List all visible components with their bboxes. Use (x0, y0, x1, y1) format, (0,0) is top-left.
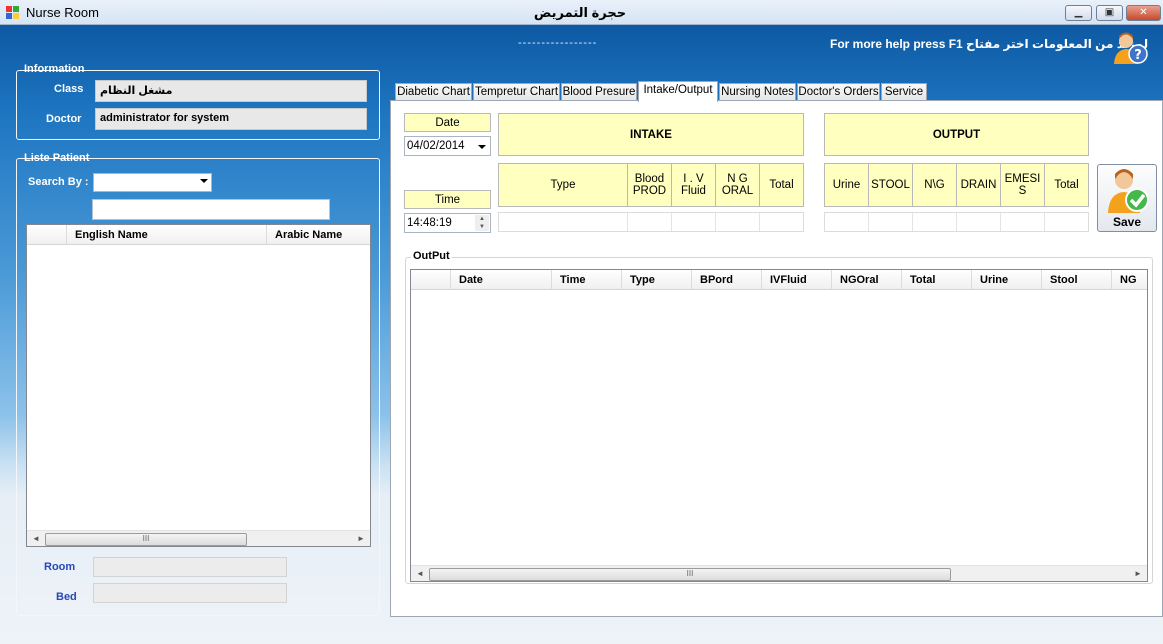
output-grid-hscrollbar[interactable]: ◄ III ► (411, 565, 1147, 581)
close-icon: ✕ (1139, 7, 1148, 18)
time-picker[interactable]: 14:48:19 ▲ ▼ (404, 213, 491, 233)
class-field[interactable]: مشغل النظام (95, 80, 367, 102)
intake-blood-prod-input[interactable] (628, 213, 672, 231)
output-grid-title: OutPut (411, 250, 452, 262)
tab-intake-output[interactable]: Intake/Output (638, 81, 718, 102)
patient-list-hscrollbar[interactable]: ◄ III ► (27, 530, 370, 546)
output-stool-input[interactable] (869, 213, 913, 231)
output-col-urine: Urine (825, 164, 869, 206)
minimize-button[interactable]: ▁ (1065, 5, 1092, 21)
intake-col-blood-prod: Blood PROD (628, 164, 672, 206)
intake-total-input[interactable] (760, 213, 803, 231)
intake-entry-row (498, 212, 804, 232)
doctor-label: Doctor (46, 113, 82, 125)
date-value: 04/02/2014 (407, 140, 465, 152)
intake-col-total: Total (769, 179, 794, 191)
maximize-button[interactable]: ▣ (1096, 5, 1123, 21)
column-header-arabic-name[interactable]: Arabic Name (267, 225, 370, 245)
search-input[interactable] (92, 199, 330, 220)
output-grid[interactable]: Date Time Type BPord IVFluid NGOral Tota… (410, 269, 1148, 582)
output-grid-header: Date Time Type BPord IVFluid NGOral Tota… (411, 270, 1147, 290)
bed-field[interactable] (93, 583, 287, 603)
output-drain-input[interactable] (957, 213, 1001, 231)
chevron-down-icon[interactable] (478, 145, 486, 149)
save-person-check-icon (1108, 169, 1149, 213)
output-col-emesis: EMESI S (1001, 164, 1045, 206)
spin-down-icon[interactable]: ▼ (475, 223, 489, 231)
help-text: For more help press F1 لمزيد من المعلوما… (830, 37, 1149, 51)
save-button[interactable]: Save (1097, 164, 1157, 232)
information-title: Information (24, 63, 85, 75)
intake-title: INTAKE (498, 113, 804, 156)
grid-header-stool[interactable]: Stool (1042, 270, 1112, 290)
room-field[interactable] (93, 557, 287, 577)
output-entry-row (824, 212, 1089, 232)
close-button[interactable]: ✕ (1126, 5, 1161, 21)
scroll-right-icon[interactable]: ► (354, 532, 368, 546)
patient-list[interactable]: English Name Arabic Name ◄ III ► (26, 224, 371, 547)
intake-col-iv-fluid: I . V Fluid (672, 164, 716, 206)
output-emesis-input[interactable] (1001, 213, 1045, 231)
grid-header-time[interactable]: Time (552, 270, 622, 290)
grid-header-ivfluid[interactable]: IVFluid (762, 270, 832, 290)
window-title: Nurse Room (26, 5, 99, 20)
intake-iv-fluid-input[interactable] (672, 213, 716, 231)
window-title-arabic: حجرة التمريض (533, 5, 627, 20)
output-col-ng: N\G (913, 164, 957, 206)
intake-col-ng-oral: N G ORAL (716, 164, 760, 206)
scroll-thumb[interactable]: III (45, 533, 247, 546)
output-col-stool: STOOL (869, 164, 913, 206)
intake-type-input[interactable] (499, 213, 628, 231)
maximize-icon: ▣ (1104, 7, 1115, 18)
output-ng-input[interactable] (913, 213, 957, 231)
intake-ng-oral-input[interactable] (716, 213, 760, 231)
grid-header-urine[interactable]: Urine (972, 270, 1042, 290)
class-label: Class (54, 83, 84, 95)
time-value: 14:48:19 (407, 217, 452, 229)
patient-list-header: English Name Arabic Name (27, 225, 370, 245)
column-header-english-name[interactable]: English Name (67, 225, 267, 245)
column-header-blank[interactable] (27, 225, 67, 245)
date-label: Date (404, 113, 491, 132)
grid-header-blank (411, 270, 451, 290)
svg-text:?: ? (1134, 48, 1142, 63)
save-label: Save (1112, 215, 1142, 229)
output-title: OUTPUT (824, 113, 1089, 156)
output-total-input[interactable] (1045, 213, 1088, 231)
intake-column-headers: Type Blood PROD I . V Fluid N G ORAL Tot… (498, 163, 804, 207)
date-picker[interactable]: 04/02/2014 (404, 136, 491, 156)
grid-header-date[interactable]: Date (451, 270, 552, 290)
grid-header-ng[interactable]: NG (1112, 270, 1147, 290)
app-icon (6, 6, 20, 19)
output-col-drain: DRAIN (957, 164, 1001, 206)
minimize-icon: ▁ (1074, 7, 1083, 18)
help-person-icon[interactable]: ? (1112, 30, 1148, 66)
output-urine-input[interactable] (825, 213, 869, 231)
intake-col-type: Type (499, 164, 628, 206)
spin-up-icon[interactable]: ▲ (475, 215, 489, 223)
grid-header-total[interactable]: Total (902, 270, 972, 290)
scroll-left-icon[interactable]: ◄ (413, 567, 427, 581)
output-col-total: Total (1054, 179, 1079, 191)
chevron-down-icon (200, 179, 208, 183)
title-bar: Nurse Room حجرة التمريض ▁ ▣ ✕ (0, 0, 1163, 25)
search-by-label: Search By : (28, 176, 89, 188)
doctor-field[interactable]: administrator for system (95, 108, 367, 130)
scroll-right-icon[interactable]: ► (1131, 567, 1145, 581)
patient-list-title: Liste Patient (24, 152, 90, 164)
grid-header-bpord[interactable]: BPord (692, 270, 762, 290)
grid-header-ngoral[interactable]: NGOral (832, 270, 902, 290)
output-column-headers: Urine STOOL N\G DRAIN EMESI S Total (824, 163, 1089, 207)
time-label: Time (404, 190, 491, 209)
grid-header-type[interactable]: Type (622, 270, 692, 290)
scroll-thumb[interactable]: III (429, 568, 951, 581)
room-label: Room (44, 561, 76, 573)
scroll-left-icon[interactable]: ◄ (29, 532, 43, 546)
bed-label: Bed (56, 591, 77, 603)
search-by-select[interactable] (93, 173, 212, 192)
help-dashes: ----------------- (518, 37, 598, 49)
